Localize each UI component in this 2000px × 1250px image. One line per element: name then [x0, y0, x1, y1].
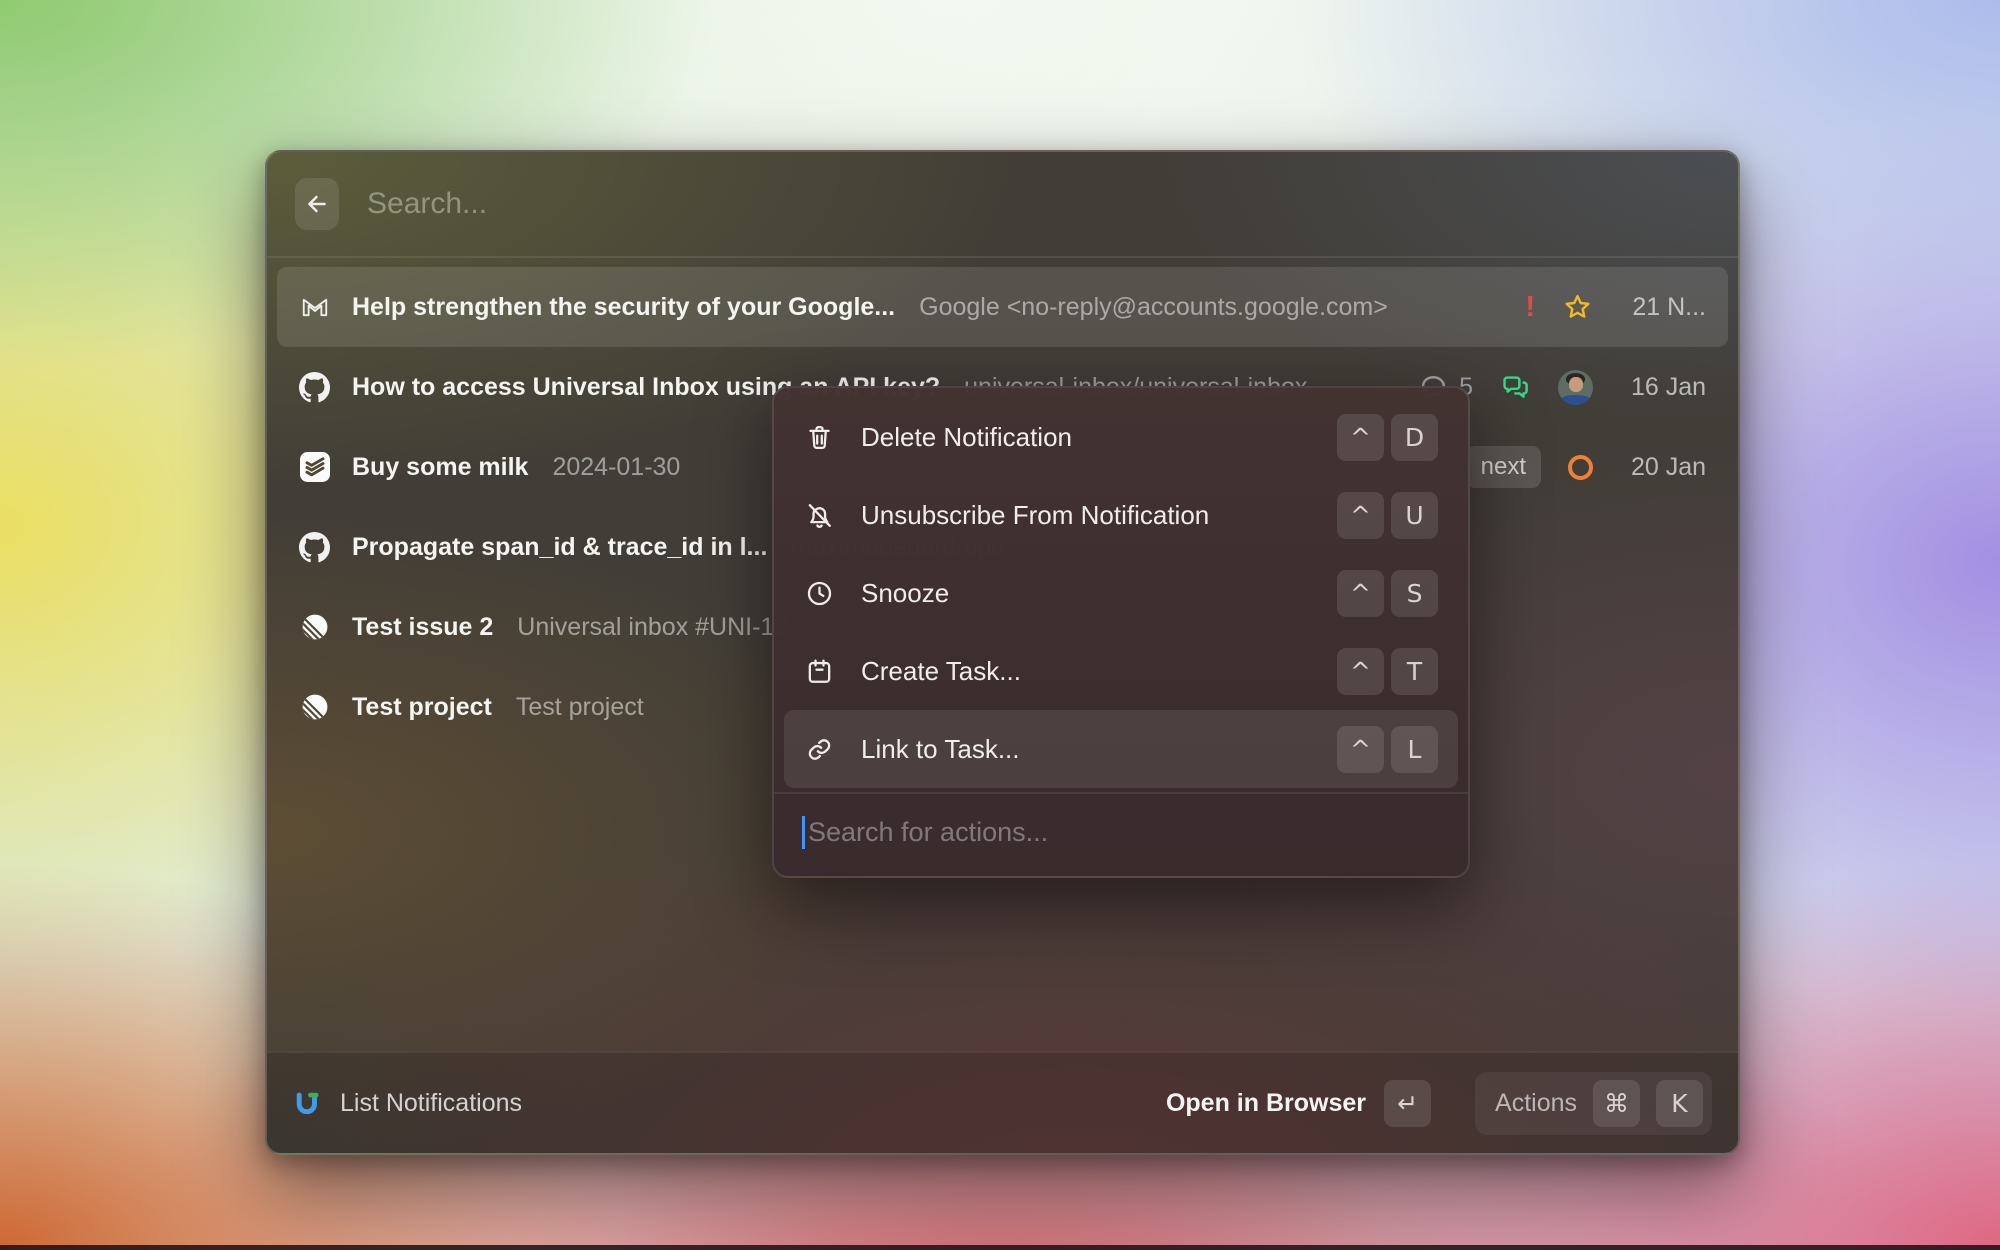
- menu-item-label: Snooze: [861, 578, 949, 609]
- clock-icon: [804, 578, 835, 609]
- primary-action-button[interactable]: Open in Browser: [1166, 1089, 1366, 1118]
- list-item-gmail-security[interactable]: Help strengthen the security of your Goo…: [277, 267, 1728, 347]
- trash-icon: [804, 422, 835, 453]
- menu-item-shortcut: ^ S: [1337, 570, 1438, 617]
- avatar: [1558, 370, 1593, 405]
- actions-search-placeholder: Search for actions...: [808, 817, 1048, 848]
- actions-search-input[interactable]: Search for actions...: [774, 792, 1468, 870]
- menu-item-shortcut: ^ D: [1337, 414, 1438, 461]
- search-header: [267, 152, 1738, 258]
- ctrl-keycap: ^: [1337, 414, 1384, 461]
- letter-keycap: U: [1391, 492, 1438, 539]
- item-date: 16 Jan: [1620, 373, 1706, 402]
- linear-icon: [299, 692, 330, 723]
- mode-label: List Notifications: [340, 1089, 522, 1118]
- back-button[interactable]: [295, 178, 339, 230]
- calendar-icon: [804, 656, 835, 687]
- item-title: Test project: [352, 693, 492, 722]
- letter-keycap: D: [1391, 414, 1438, 461]
- menu-item-label: Delete Notification: [861, 422, 1072, 453]
- gmail-icon: [299, 292, 330, 323]
- menu-item-create-task[interactable]: Create Task... ^ T: [784, 632, 1458, 710]
- bell-slash-icon: [804, 500, 835, 531]
- menu-item-delete-notification[interactable]: Delete Notification ^ D: [784, 398, 1458, 476]
- priority-circle-icon: [1568, 455, 1593, 480]
- ctrl-keycap: ^: [1337, 492, 1384, 539]
- link-icon: [804, 734, 835, 765]
- letter-keycap: L: [1391, 726, 1438, 773]
- item-subtitle: 2024-01-30: [552, 453, 680, 482]
- arrow-left-icon: [304, 191, 330, 217]
- item-subtitle: Test project: [516, 693, 644, 722]
- linear-icon: [299, 612, 330, 643]
- return-keycap: ↵: [1384, 1080, 1431, 1127]
- universal-inbox-logo-icon: [293, 1090, 320, 1117]
- search-input[interactable]: [367, 187, 1710, 221]
- letter-keycap: S: [1391, 570, 1438, 617]
- label-tag: next: [1466, 446, 1541, 488]
- menu-item-unsubscribe[interactable]: Unsubscribe From Notification ^ U: [784, 476, 1458, 554]
- ctrl-keycap: ^: [1337, 648, 1384, 695]
- letter-keycap: T: [1391, 648, 1438, 695]
- k-keycap: K: [1656, 1080, 1703, 1127]
- actions-menu: Delete Notification ^ D Unsubscribe From…: [772, 386, 1470, 878]
- ctrl-keycap: ^: [1337, 570, 1384, 617]
- item-date: 21 N...: [1620, 293, 1706, 322]
- item-title: Test issue 2: [352, 613, 493, 642]
- github-icon: [299, 532, 330, 563]
- menu-item-shortcut: ^ T: [1337, 648, 1438, 695]
- status-bar: List Notifications Open in Browser ↵ Act…: [267, 1051, 1738, 1153]
- menu-item-label: Create Task...: [861, 656, 1021, 687]
- menu-item-link-to-task[interactable]: Link to Task... ^ L: [784, 710, 1458, 788]
- footer-actions: Open in Browser ↵ Actions ⌘ K: [1166, 1072, 1712, 1135]
- item-title: Propagate span_id & trace_id in l...: [352, 533, 767, 562]
- github-icon: [299, 372, 330, 403]
- actions-label: Actions: [1495, 1089, 1577, 1118]
- item-accessories: ! 21 N...: [1525, 291, 1706, 324]
- item-date: 20 Jan: [1620, 453, 1706, 482]
- menu-item-shortcut: ^ U: [1337, 492, 1438, 539]
- item-title: Help strengthen the security of your Goo…: [352, 293, 895, 322]
- item-subtitle: Google <no-reply@accounts.google.com>: [919, 293, 1388, 322]
- menu-item-label: Unsubscribe From Notification: [861, 500, 1209, 531]
- chat-bubbles-icon: [1500, 372, 1531, 403]
- important-icon: !: [1525, 291, 1535, 324]
- menu-item-snooze[interactable]: Snooze ^ S: [784, 554, 1458, 632]
- text-cursor: [802, 816, 805, 849]
- item-title: Buy some milk: [352, 453, 528, 482]
- item-subtitle: Universal inbox #UNI-12: [517, 613, 788, 642]
- menu-item-label: Link to Task...: [861, 734, 1020, 765]
- star-icon: [1562, 292, 1593, 323]
- todoist-icon: [299, 452, 330, 483]
- cmd-keycap: ⌘: [1593, 1080, 1640, 1127]
- desktop-wallpaper: { "window": { "search_placeholder": "Sea…: [0, 0, 2000, 1250]
- actions-button[interactable]: Actions ⌘ K: [1475, 1072, 1712, 1135]
- ctrl-keycap: ^: [1337, 726, 1384, 773]
- menu-item-shortcut: ^ L: [1337, 726, 1438, 773]
- item-accessories: next 20 Jan: [1466, 446, 1706, 488]
